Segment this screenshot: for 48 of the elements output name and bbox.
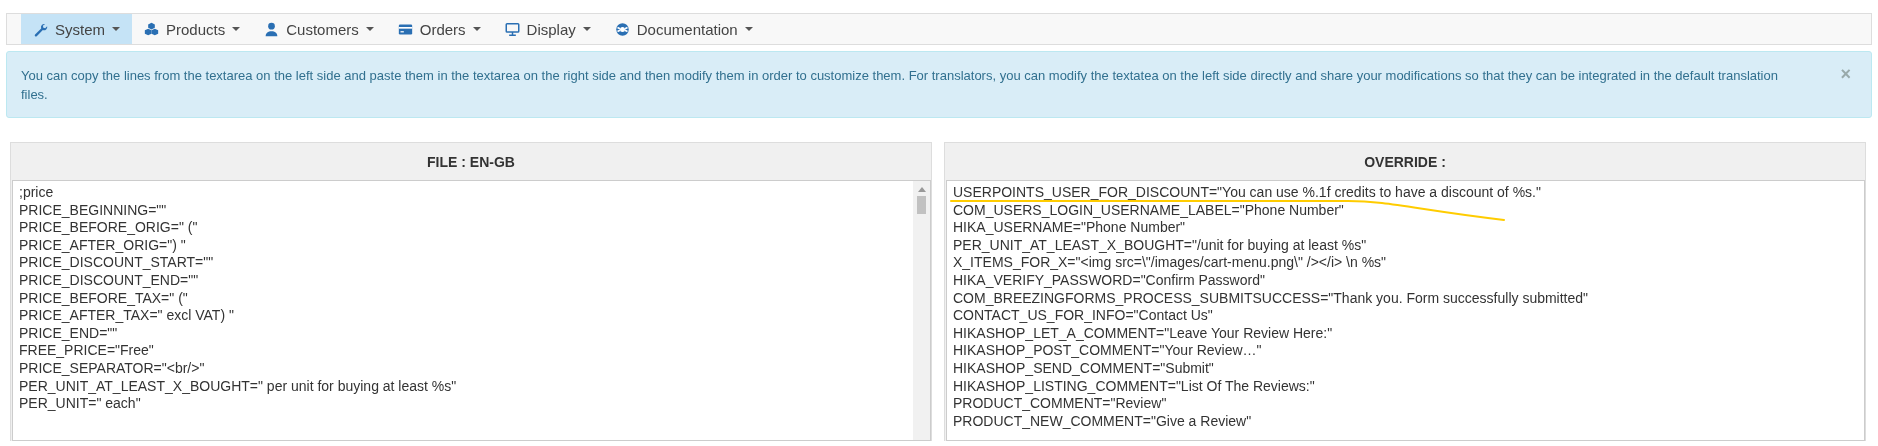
caret-icon — [744, 27, 753, 31]
code-line: USERPOINTS_USER_FOR_DISCOUNT="You can use %.1f credits to have a discount of %s." — [953, 184, 1541, 202]
code-line: PRICE_SEPARATOR="<br/>" — [19, 359, 205, 378]
code-line: HIKASHOP_SEND_COMMENT="Submit" — [953, 359, 1214, 378]
code-line: CONTACT_US_FOR_INFO="Contact Us" — [953, 307, 1213, 325]
scrollbar[interactable] — [913, 181, 930, 440]
code-line: FREE_PRICE="Free" — [19, 342, 154, 360]
caret-icon — [365, 27, 374, 31]
code-line: PRICE_AFTER_TAX=" excl VAT) " — [19, 307, 234, 325]
nav-menu-item[interactable]: Orders — [385, 14, 493, 44]
code-line: HIKASHOP_POST_COMMENT="Your Review…" — [953, 342, 1262, 360]
panel-title: OVERRIDE : — [1363, 153, 1447, 172]
code-line: X_ITEMS_FOR_X="<img src=\"/images/cart-menu.png\" /></i> \n %s" — [953, 254, 1387, 272]
life-ring-icon — [614, 21, 630, 37]
code-line: PER_UNIT_AT_LEAST_X_BOUGHT="/unit for buying at least %s" — [953, 236, 1367, 255]
cubes-icon — [144, 21, 159, 37]
monitor-icon — [504, 21, 520, 37]
code-line: COM_USERS_LOGIN_USERNAME_LABEL="Phone Number" — [953, 201, 1344, 220]
code-line: PRICE_END="" — [19, 324, 118, 343]
code-line: PRICE_DISCOUNT_END="" — [19, 271, 199, 290]
code-line: HIKASHOP_LET_A_COMMENT="Leave Your Review Here:" — [953, 324, 1333, 343]
nav-menu-item[interactable]: System — [21, 14, 132, 44]
code-line: HIKASHOP_LISTING_COMMENT="List Of The Reviews:" — [953, 377, 1315, 396]
code-line: PRICE_BEFORE_ORIG=" (" — [19, 219, 198, 237]
code-line: HIKA_VERIFY_PASSWORD="Confirm Password" — [953, 271, 1265, 290]
code-line: PRODUCT_COMMENT="Review" — [953, 395, 1167, 413]
code-line: COM_BREEZINGFORMS_PROCESS_SUBMITSUCCESS="Thank you. Form successfully submitted" — [953, 289, 1589, 308]
caret-icon — [472, 27, 481, 31]
caret-icon — [232, 27, 241, 31]
caret-icon — [582, 27, 591, 31]
code-line: PRICE_BEGINNING="" — [19, 201, 167, 220]
user-icon — [264, 21, 280, 37]
code-line: PRICE_DISCOUNT_START="" — [19, 254, 214, 272]
code-line: ;price — [19, 184, 54, 202]
code-line: PRICE_AFTER_ORIG=") " — [19, 236, 186, 255]
caret-icon — [112, 27, 120, 31]
nav-menu-item[interactable]: Display — [492, 14, 603, 44]
panel-title: FILE : EN-GB — [426, 153, 516, 172]
code-line: HIKA_USERNAME="Phone Number" — [953, 219, 1186, 237]
code-line: PRODUCT_NEW_COMMENT="Give a Review" — [953, 412, 1252, 431]
code-line: PER_UNIT_AT_LEAST_X_BOUGHT=" per unit for buying at least %s" — [19, 377, 457, 396]
wrench-icon — [33, 21, 48, 37]
nav-menu-item[interactable]: Customers — [252, 14, 386, 44]
code-line: PRICE_BEFORE_TAX=" (" — [19, 289, 188, 308]
nav-menu-item[interactable]: Documentation — [602, 14, 765, 44]
alert-text: You can copy the lines from the textarea on the left side and paste them in the textarea on the right side and then modify them in order to customize them. For translators, you can modify the textatea on the left side directly and share your modifications so that they can be integrated in the default translation files. — [21, 67, 1779, 104]
code-line: PER_UNIT=" each" — [19, 395, 141, 413]
nav-menu-item[interactable]: Products — [132, 14, 253, 44]
